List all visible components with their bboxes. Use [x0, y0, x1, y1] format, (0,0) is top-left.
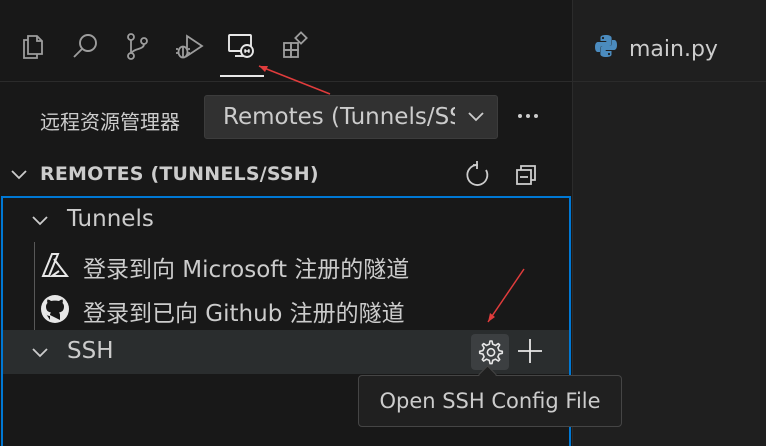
section-title: REMOTES (TUNNELS/SSH)	[40, 163, 319, 185]
tunnels-label: Tunnels	[67, 206, 154, 232]
plus-icon[interactable]	[515, 336, 545, 366]
search-icon[interactable]	[68, 29, 102, 63]
explorer-icon[interactable]	[16, 29, 50, 63]
tree-item-github[interactable]: 登录到已向 Github 注册的隧道	[3, 286, 569, 330]
github-tunnels-label: 登录到已向 Github 注册的隧道	[83, 301, 405, 327]
refresh-icon[interactable]	[464, 160, 494, 190]
remote-type-select[interactable]: Remotes (Tunnels/SSH)	[204, 95, 498, 139]
chevron-down-icon	[32, 216, 48, 226]
explorer-title: 远程资源管理器	[40, 110, 180, 134]
source-control-icon[interactable]	[120, 29, 154, 63]
python-icon	[593, 33, 619, 65]
explorer-header: 远程资源管理器 Remotes (Tunnels/SSH)	[0, 92, 572, 148]
github-icon	[41, 295, 69, 323]
select-value: Remotes (Tunnels/SSH)	[223, 104, 455, 130]
activity-bar	[0, 11, 572, 82]
azure-icon	[41, 253, 70, 277]
ellipsis-icon[interactable]	[512, 104, 544, 128]
open-ssh-config-button[interactable]	[471, 334, 509, 370]
gear-icon	[478, 340, 504, 365]
tab-main-py[interactable]: main.py	[593, 35, 718, 63]
tooltip: Open SSH Config File	[358, 375, 622, 427]
tree-item-microsoft[interactable]: 登录到向 Microsoft 注册的隧道	[3, 242, 569, 286]
tab-label: main.py	[629, 36, 718, 62]
active-indicator	[220, 75, 264, 77]
chevron-down-icon	[11, 170, 27, 180]
extensions-icon[interactable]	[278, 29, 312, 63]
chevron-down-icon	[32, 348, 48, 358]
remote-explorer-icon[interactable]	[224, 29, 258, 63]
chevron-down-icon	[468, 112, 484, 122]
remotes-section-header[interactable]: REMOTES (TUNNELS/SSH)	[0, 152, 572, 196]
collapse-all-icon[interactable]	[512, 161, 540, 189]
microsoft-tunnels-label: 登录到向 Microsoft 注册的隧道	[83, 257, 410, 283]
run-debug-icon[interactable]	[172, 29, 206, 63]
ssh-label: SSH	[67, 338, 114, 364]
tree-item-tunnels[interactable]: Tunnels	[3, 198, 569, 242]
editor-tab-bar: main.py	[573, 11, 766, 82]
